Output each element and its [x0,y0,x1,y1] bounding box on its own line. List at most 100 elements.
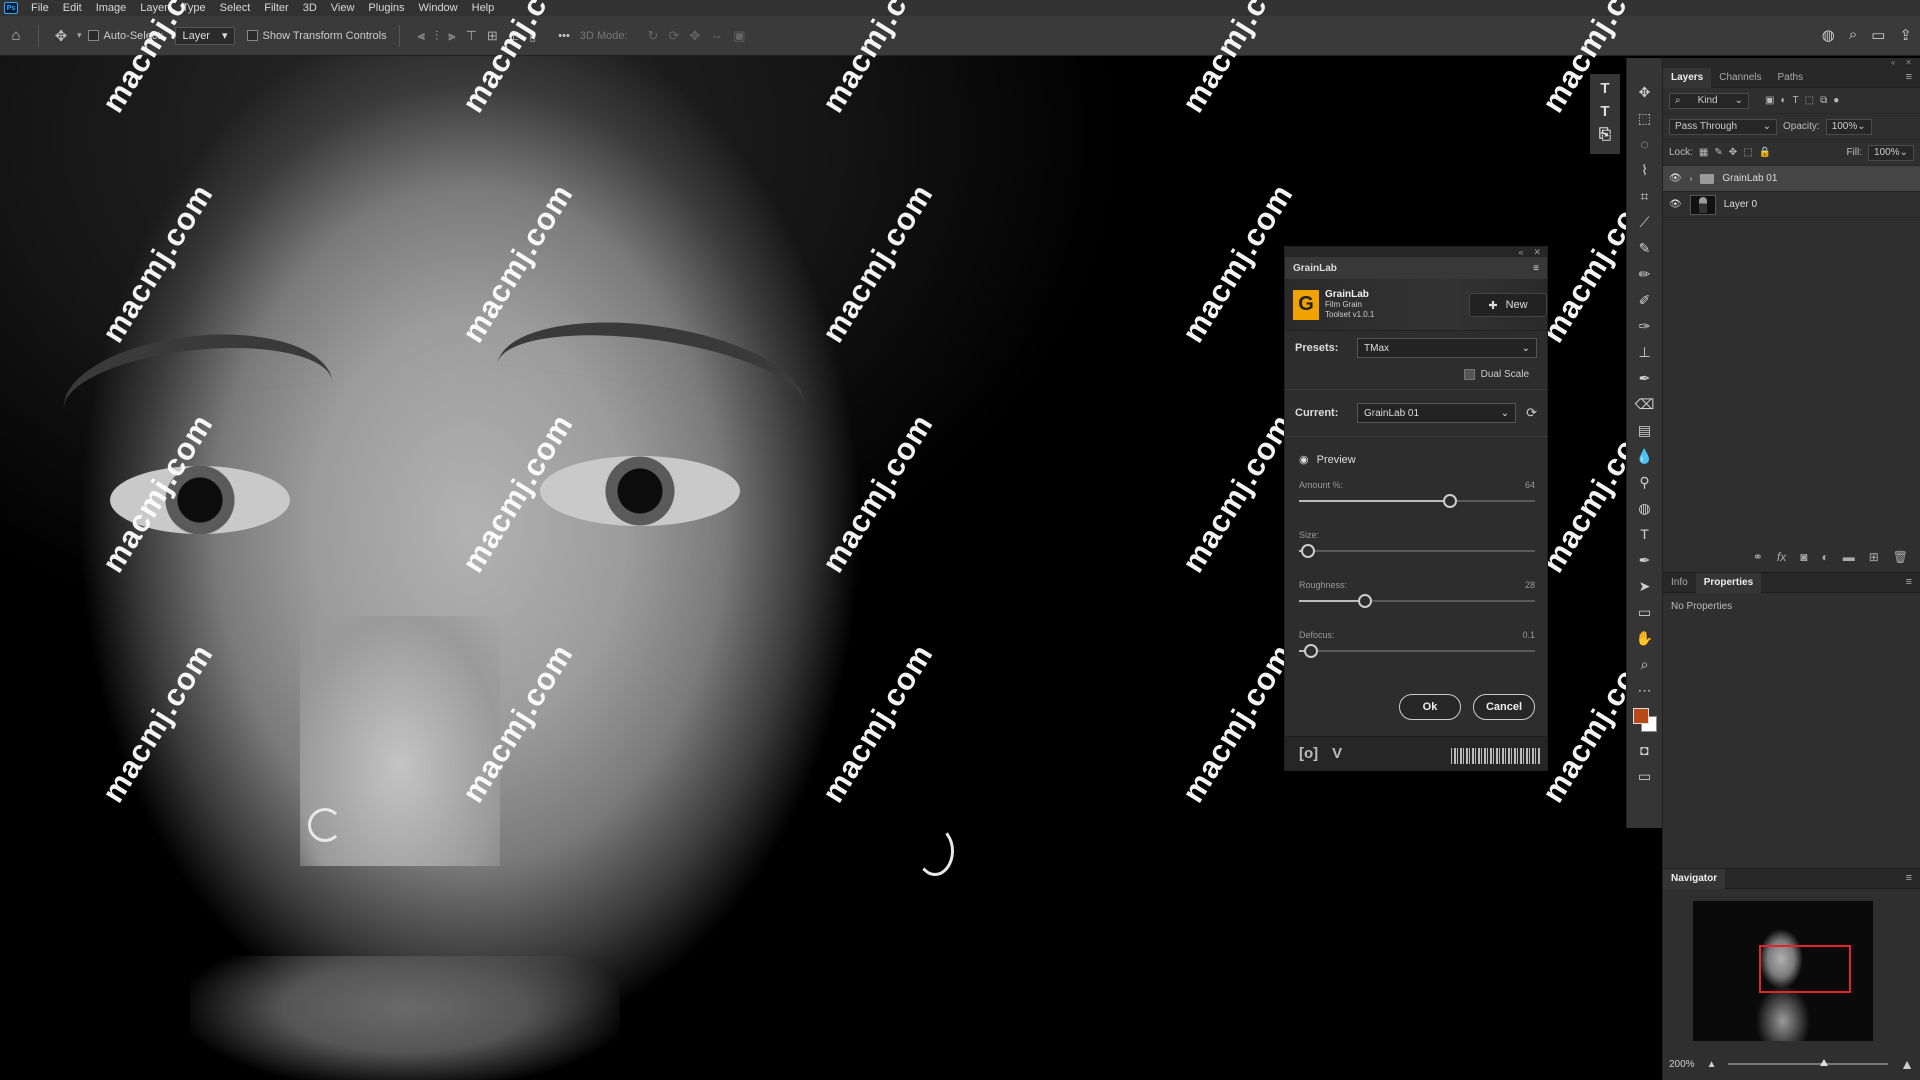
glyphs-panel-icon[interactable]: ⎘ [1599,126,1611,143]
menu-file[interactable]: File [24,2,56,14]
tab-info[interactable]: Info [1663,573,1696,593]
camera-icon[interactable]: ▣ [733,28,745,44]
tab-paths[interactable]: Paths [1770,68,1812,88]
hand-tool-icon[interactable]: ✋ [1631,628,1659,648]
tab-layers[interactable]: Layers [1663,67,1712,88]
color-swatches[interactable] [1631,706,1659,734]
pen-tool-icon[interactable]: ✒ [1631,550,1659,570]
pan-icon[interactable]: ✥ [689,28,700,44]
roll-icon[interactable]: ⟳ [668,28,679,44]
opacity-input[interactable]: 100% ⌄ [1825,118,1872,135]
panel-menu-icon[interactable]: ≡ [1906,576,1912,588]
layer-row-layer0[interactable]: 👁 Layer 0 [1663,192,1920,218]
slider-track[interactable] [1299,544,1535,558]
slider-knob[interactable] [1443,494,1458,508]
panel-menu-icon[interactable]: ≡ [1906,872,1912,884]
menu-plugins[interactable]: Plugins [361,2,411,14]
align-right-icon[interactable]: ⫸ [448,28,455,44]
align-middle-icon[interactable]: ⊞ [487,28,498,44]
menu-window[interactable]: Window [412,2,465,14]
presets-dropdown[interactable]: TMax ⌄ [1357,338,1537,358]
menu-layer[interactable]: Layer [133,2,175,14]
slider-knob[interactable] [1303,644,1318,658]
move-tool-icon[interactable]: ✥ [1631,82,1659,102]
vendor-logo-icon[interactable]: V [1332,745,1342,762]
align-bottom-icon[interactable]: ⊥ [508,28,519,44]
quick-mask-icon[interactable]: ◘ [1631,740,1659,760]
zoom-tool-icon[interactable]: ⌕ [1631,654,1659,674]
adjustment-layer-icon[interactable]: ◐ [1821,550,1828,564]
distribute-icon[interactable]: ▯ [529,28,536,44]
layer-row-grainlab[interactable]: 👁 › GrainLab 01 [1663,166,1920,192]
filter-shape-icon[interactable]: ⬚ [1805,95,1814,106]
zoom-value[interactable]: 200% [1669,1059,1695,1070]
menu-image[interactable]: Image [89,2,134,14]
menu-select[interactable]: Select [213,2,258,14]
type-tool-icon[interactable]: T [1631,524,1659,544]
search-icon[interactable]: ⌕ [1849,26,1857,44]
slider-knob[interactable] [1301,544,1316,558]
home-icon[interactable]: ⌂ [0,27,32,44]
navigator-preview[interactable] [1693,901,1873,1041]
zoom-slider[interactable] [1728,1059,1889,1066]
zoom-slider-knob[interactable] [1820,1059,1829,1066]
orbit-icon[interactable]: ↻ [648,28,659,44]
expand-chevron-icon[interactable]: › [1690,174,1693,183]
kind-filter-dropdown[interactable]: ⌕ Kind ⌄ [1669,92,1749,109]
clone-stamp-icon[interactable]: ⊥ [1631,342,1659,362]
crop-tool-icon[interactable]: ⌗ [1631,186,1659,206]
roughness-slider[interactable]: Roughness: 28 [1285,576,1547,626]
healing-brush-icon[interactable]: ✎ [1631,238,1659,258]
filter-adjustment-icon[interactable]: ◐ [1780,95,1786,106]
panel-menu-icon[interactable]: ≡ [1906,71,1912,83]
tab-navigator[interactable]: Navigator [1663,868,1726,889]
menu-help[interactable]: Help [465,2,502,14]
foreground-color-swatch[interactable] [1632,708,1649,724]
footer-logo-icon[interactable]: [o] [1299,745,1318,762]
dodge-tool-icon[interactable]: ⚲ [1631,472,1659,492]
zoom-out-icon[interactable]: ▲ [1707,1059,1717,1070]
eraser-tool-icon[interactable]: ⌫ [1631,394,1659,414]
filter-type-icon[interactable]: T [1793,95,1799,106]
brush-tool-icon[interactable]: ✏ [1631,264,1659,284]
visibility-eye-icon[interactable]: 👁 [1669,199,1682,210]
tab-channels[interactable]: Channels [1711,68,1769,88]
zoom-in-icon[interactable]: ▲ [1900,1056,1914,1072]
lasso-tool-icon[interactable]: ◌ [1631,134,1659,154]
menu-edit[interactable]: Edit [56,2,89,14]
new-group-icon[interactable]: ▬ [1843,550,1855,564]
slider-knob[interactable] [1358,594,1373,608]
refresh-icon[interactable]: ⟳ [1526,405,1537,421]
workspace-icon[interactable]: ▭ [1871,26,1885,44]
dual-scale-checkbox[interactable]: Dual Scale [1285,365,1547,383]
cancel-button[interactable]: Cancel [1473,694,1535,720]
defocus-slider[interactable]: Defocus: 0.1 [1285,626,1547,676]
marquee-tool-icon[interactable]: ⬚ [1631,108,1659,128]
align-center-icon[interactable]: ⫶ [435,28,438,44]
more-options-button[interactable]: ••• [558,30,570,42]
filter-pixel-icon[interactable]: ▣ [1765,95,1774,106]
lock-all-icon[interactable]: 🔒 [1759,147,1771,158]
mixer-brush-icon[interactable]: ✑ [1631,316,1659,336]
export-icon[interactable]: ⇪ [1899,26,1912,44]
lock-image-icon[interactable]: ✎ [1714,147,1722,158]
screen-mode-icon[interactable]: ▭ [1631,766,1659,786]
gradient-tool-icon[interactable]: ▤ [1631,420,1659,440]
slider-track[interactable] [1299,644,1535,658]
blur-tool-icon[interactable]: 💧 [1631,446,1659,466]
amount-slider[interactable]: Amount %: 64 [1285,476,1547,526]
fx-icon[interactable]: fx [1777,550,1786,564]
new-layer-button[interactable]: ✚ New [1469,293,1547,317]
lock-artboard-icon[interactable]: ⬚ [1743,147,1752,158]
trash-icon[interactable]: 🗑 [1893,550,1908,564]
sponge-tool-icon[interactable]: ◍ [1631,498,1659,518]
share-user-icon[interactable]: ◍ [1822,26,1835,44]
panel-menu-icon[interactable]: ≡ [1533,263,1539,274]
rectangle-tool-icon[interactable]: ▭ [1631,602,1659,622]
filter-smart-icon[interactable]: ⧉ [1820,95,1827,106]
menu-view[interactable]: View [324,2,362,14]
auto-select-target-dropdown[interactable]: Layer ▾ [175,26,235,45]
link-layers-icon[interactable]: ⚭ [1753,550,1763,564]
auto-select-checkbox[interactable]: Auto-Select: [87,30,163,42]
menu-3d[interactable]: 3D [296,2,324,14]
